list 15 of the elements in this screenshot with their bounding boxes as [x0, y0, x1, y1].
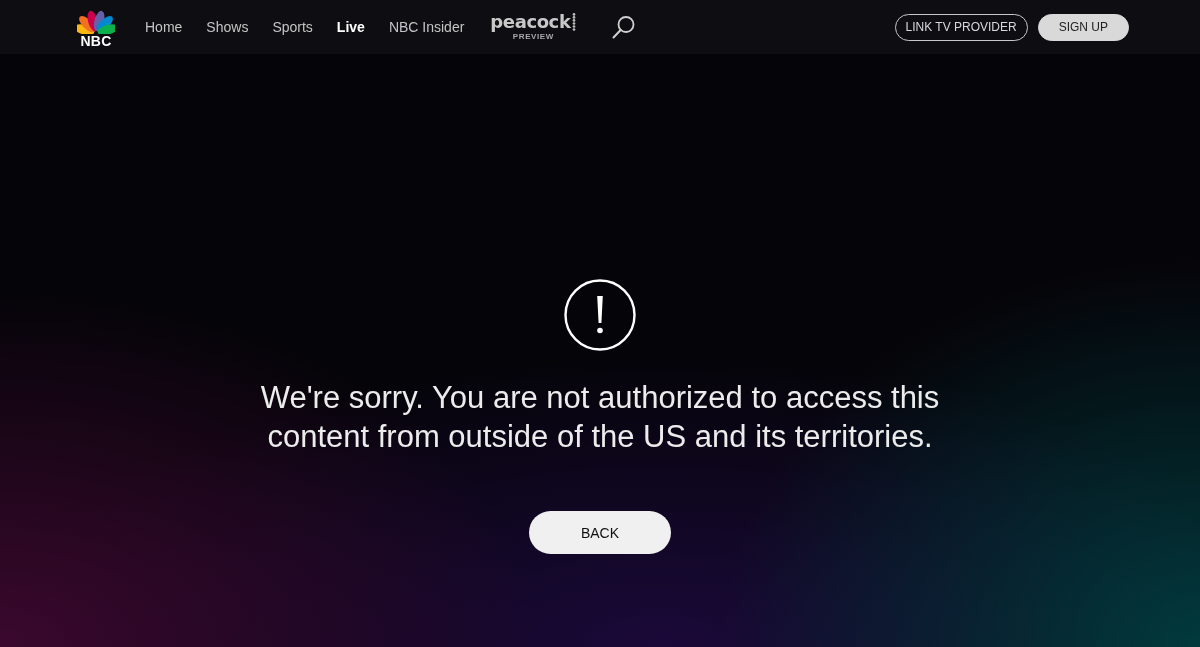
nav-link[interactable]: Live — [336, 19, 365, 35]
error-message: We're sorry. You are not authorized to access this content from outside of the US and its territories. — [259, 379, 941, 456]
preview-label: PREVIEW — [512, 32, 554, 42]
back-button[interactable]: BACK — [529, 511, 671, 554]
alert-icon — [564, 279, 636, 351]
search-icon[interactable] — [612, 15, 637, 39]
feather-fan-icon — [77, 8, 115, 34]
wordmark-link[interactable]: peacock — [490, 12, 571, 32]
nav-link[interactable]: Home — [145, 19, 183, 35]
nav-link[interactable]: Sports — [272, 19, 313, 35]
nav-link[interactable]: Shows — [206, 19, 249, 35]
nav-link[interactable]: NBC Insider — [388, 19, 465, 35]
dots-icon — [572, 13, 577, 31]
home-logo[interactable]: NBC — [77, 8, 115, 48]
sign-up-button[interactable]: SIGN UP — [1037, 13, 1129, 41]
